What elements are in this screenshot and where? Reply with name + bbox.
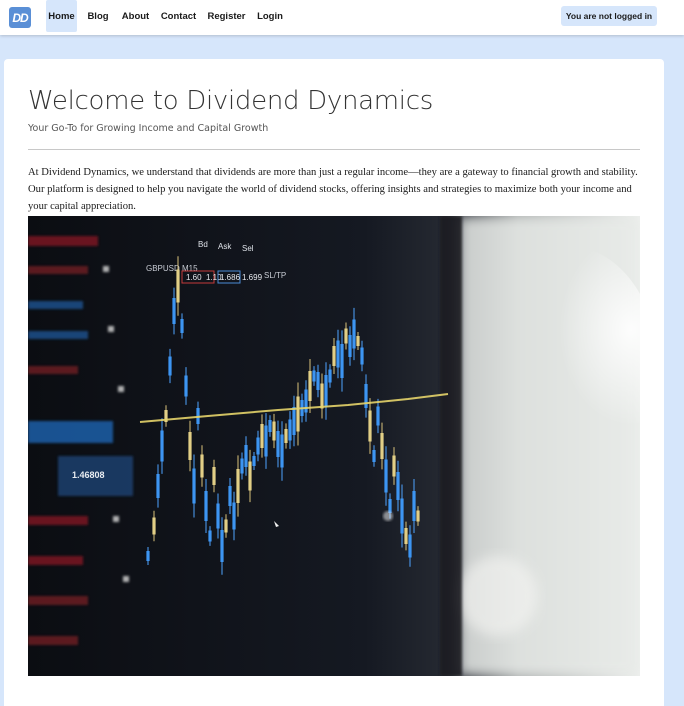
candle-body [168, 356, 172, 376]
nav-item-register[interactable]: Register [207, 0, 246, 32]
candle-body [200, 454, 204, 478]
candle-body [344, 328, 348, 344]
candle-body [146, 551, 150, 561]
hero-image-trading-chart: GBPUSD M15 Bd Ask Sel 1.60 1.10 1.686 1.… [28, 216, 640, 676]
svg-text:1.60: 1.60 [186, 273, 202, 282]
svg-text:SL/TP: SL/TP [264, 271, 286, 280]
candle-body [180, 319, 184, 333]
candle-body [376, 406, 380, 426]
candle-body [340, 344, 344, 378]
candle-body [368, 410, 372, 442]
candle-body [388, 499, 392, 513]
svg-text:Ask: Ask [218, 242, 232, 251]
candle-body [156, 474, 160, 498]
nav-item-home[interactable]: Home [46, 0, 77, 32]
candle-body [316, 372, 320, 390]
candle-body [188, 432, 192, 460]
candle-body [244, 445, 248, 467]
candle-body [248, 461, 252, 491]
candle-body [192, 468, 196, 504]
nav-item-login[interactable]: Login [256, 0, 284, 32]
candle-body [408, 534, 412, 558]
candle-body [252, 456, 256, 466]
candle-body [404, 528, 408, 544]
candle-body [228, 486, 232, 506]
candle-body [224, 519, 228, 533]
top-navbar: DD Home Blog About Contact Register Logi… [0, 0, 684, 35]
svg-text:GBPUSD M15: GBPUSD M15 [146, 264, 198, 273]
svg-text:1.699: 1.699 [242, 273, 263, 282]
svg-text:1.686: 1.686 [220, 273, 241, 282]
candle-body [292, 407, 296, 435]
candle-body [336, 340, 340, 368]
candle-body [260, 424, 264, 448]
candle-body [176, 269, 180, 303]
candle-body [236, 469, 240, 503]
candle-body [160, 430, 164, 462]
candle-body [276, 431, 280, 457]
candle-body [332, 346, 336, 366]
candle-body [312, 370, 316, 382]
svg-text:1.46808: 1.46808 [72, 470, 105, 480]
candle-body [372, 450, 376, 462]
candle-body [220, 530, 224, 562]
candle-body [152, 517, 156, 535]
candle-body [320, 383, 324, 409]
title-divider [28, 149, 640, 150]
candle-body [360, 347, 364, 365]
candle-body [296, 396, 300, 432]
candle-body [384, 459, 388, 493]
candle-body [212, 467, 216, 485]
candle-body [184, 375, 188, 397]
candle-body [172, 298, 176, 324]
candle-body [392, 455, 396, 477]
candle-body [280, 434, 284, 468]
candle-body [288, 419, 292, 441]
svg-text:Bd: Bd [198, 240, 208, 249]
intro-paragraph: At Dividend Dynamics, we understand that… [28, 167, 638, 212]
trading-chart-illustration: GBPUSD M15 Bd Ask Sel 1.60 1.10 1.686 1.… [28, 216, 640, 676]
candle-body [416, 510, 420, 522]
candle-body [364, 384, 368, 408]
candle-body [348, 335, 352, 357]
nav-item-contact[interactable]: Contact [160, 0, 197, 32]
candle-body [356, 336, 360, 346]
svg-text:Sel: Sel [242, 244, 254, 253]
candle-body [216, 503, 220, 529]
candle-body [264, 425, 268, 457]
candle-body [256, 437, 260, 455]
candle-body [204, 491, 208, 521]
site-logo[interactable]: DD [9, 7, 31, 28]
login-status-badge: You are not logged in [561, 6, 657, 26]
content-card: Welcome to Dividend Dynamics Your Go-To … [4, 59, 664, 706]
page-subtitle: Your Go-To for Growing Income and Capita… [28, 123, 269, 134]
candle-body [352, 319, 356, 349]
candle-body [400, 498, 404, 534]
nav-item-about[interactable]: About [121, 0, 150, 32]
candle-body [272, 421, 276, 441]
candle-body [284, 429, 288, 443]
page-title: Welcome to Dividend Dynamics [28, 86, 433, 116]
candle-body [380, 433, 384, 459]
candle-body [328, 369, 332, 383]
candle-body [324, 375, 328, 407]
nav-item-blog[interactable]: Blog [86, 0, 110, 32]
candle-body [232, 502, 236, 530]
candle-body [308, 371, 312, 401]
candle-body [208, 530, 212, 542]
candle-body [412, 491, 416, 521]
candle-body [240, 458, 244, 474]
candle-body [396, 472, 400, 500]
candle-body [268, 420, 272, 432]
